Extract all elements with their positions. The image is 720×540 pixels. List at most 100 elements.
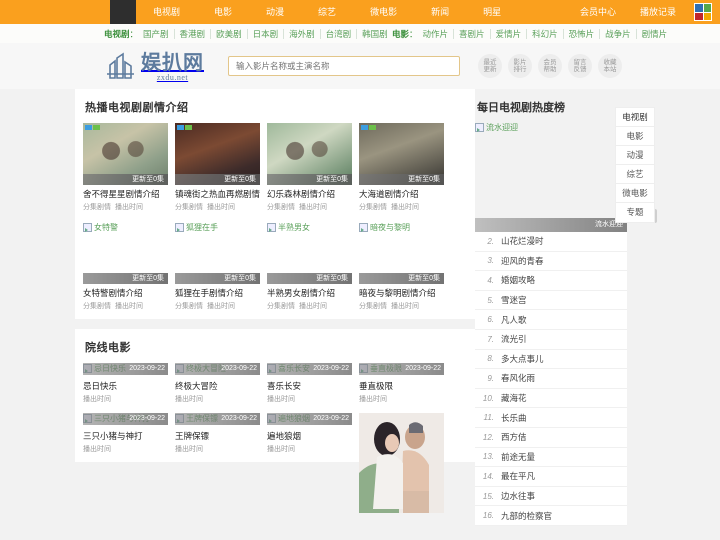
subnav-movie-2[interactable]: 爱情片 (491, 28, 528, 39)
subnav-tv-2[interactable]: 欧美剧 (211, 28, 248, 39)
subnav-movie-0[interactable]: 动作片 (418, 28, 455, 39)
tv-card[interactable]: 更新至0集 幻乐森林剧情介绍 分集剧情 播出时间 (267, 123, 352, 212)
subnav-tv-3[interactable]: 日本剧 (248, 28, 285, 39)
tv-card-title[interactable]: 大海道剧情介绍 (359, 189, 444, 200)
ranking-tab-anime[interactable]: 动漫 (616, 146, 654, 165)
ranking-list-item[interactable]: 4. 婚姻攻略 (475, 271, 627, 291)
topnav-item-news[interactable]: 新闻 (414, 0, 466, 24)
airtime-link[interactable]: 播出时间 (175, 394, 203, 404)
tv-card[interactable]: 暗夜与黎明 更新至0集 暗夜与黎明剧情介绍 分集剧情 播出时间 (359, 222, 444, 311)
topnav-item-tv[interactable]: 电视剧 (136, 0, 197, 24)
topnav-item-variety[interactable]: 综艺 (301, 0, 353, 24)
quick-link-feedback[interactable]: 留言 反馈 (568, 54, 592, 78)
airtime-link[interactable]: 播出时间 (299, 301, 327, 311)
tv-card-title[interactable]: 暗夜与黎明剧情介绍 (359, 288, 444, 299)
topnav-item-star[interactable]: 明星 (466, 0, 518, 24)
airtime-link[interactable]: 播出时间 (391, 301, 419, 311)
movie-card-thumbnail-broken[interactable]: 垂直极限 2023-09-22 (359, 363, 444, 377)
episode-plot-link[interactable]: 分集剧情 (267, 202, 295, 212)
subnav-tv-6[interactable]: 韩国剧 (357, 29, 393, 39)
tv-card-thumbnail-broken[interactable]: 半熟男女 更新至0集 (267, 222, 352, 284)
movie-card[interactable] (359, 413, 444, 513)
subnav-movie-6[interactable]: 剧情片 (637, 29, 673, 39)
movie-card-title[interactable]: 忌日快乐 (83, 381, 168, 392)
tv-card[interactable]: 狐狸在手 更新至0集 狐狸在手剧情介绍 分集剧情 播出时间 (175, 222, 260, 311)
movie-card-thumbnail-broken[interactable]: 终极大冒险 2023-09-22 (175, 363, 260, 377)
airtime-link[interactable]: 播出时间 (267, 444, 295, 454)
airtime-link[interactable]: 播出时间 (115, 202, 143, 212)
episode-plot-link[interactable]: 分集剧情 (83, 301, 111, 311)
movie-card[interactable]: 忌日快乐 2023-09-22 忌日快乐 播出时间 (83, 363, 168, 404)
ranking-list-item[interactable]: 7. 流光引 (475, 330, 627, 350)
movie-card[interactable]: 垂直极限 2023-09-22 垂直极限 播出时间 (359, 363, 444, 404)
airtime-link[interactable]: 播出时间 (207, 202, 235, 212)
movie-card-thumbnail-broken[interactable]: 喜乐长安 2023-09-22 (267, 363, 352, 377)
topnav-item-anime[interactable]: 动漫 (249, 0, 301, 24)
ranking-list-item[interactable]: 15. 边水往事 (475, 487, 627, 507)
subnav-tv-0[interactable]: 国产剧 (138, 28, 175, 39)
member-center-link[interactable]: 会员中心 (568, 0, 628, 24)
ranking-list-item[interactable]: 16. 九部的检察官 (475, 506, 627, 526)
airtime-link[interactable]: 播出时间 (175, 444, 203, 454)
movie-card-thumbnail-broken[interactable]: 遍地狼烟 2023-09-22 (267, 413, 352, 427)
tv-card-thumbnail-broken[interactable]: 暗夜与黎明 更新至0集 (359, 222, 444, 284)
airtime-link[interactable]: 播出时间 (391, 202, 419, 212)
tv-card-thumbnail[interactable]: 更新至0集 (267, 123, 352, 185)
quick-link-bookmark[interactable]: 收藏 本站 (598, 54, 622, 78)
tv-card-title[interactable]: 狐狸在手剧情介绍 (175, 288, 260, 299)
movie-card[interactable]: 终极大冒险 2023-09-22 终极大冒险 播出时间 (175, 363, 260, 404)
movie-card-title[interactable]: 喜乐长安 (267, 381, 352, 392)
subnav-movie-3[interactable]: 科幻片 (527, 28, 564, 39)
tv-card-title[interactable]: 镇魂街之热血再燃剧情介绍 (175, 189, 260, 200)
movie-card-title[interactable]: 三只小猪与神打 (83, 431, 168, 442)
movie-card-thumbnail-broken[interactable]: 三只小猪与神打 2023-09-22 (83, 413, 168, 427)
airtime-link[interactable]: 播出时间 (115, 301, 143, 311)
ranking-list-item[interactable]: 8. 多大点事儿 (475, 350, 627, 370)
ranking-list-item[interactable]: 6. 凡人歌 (475, 310, 627, 330)
ranking-list-item[interactable]: 9. 春风化雨 (475, 369, 627, 389)
tv-card[interactable]: 女特警 更新至0集 女特警剧情介绍 分集剧情 播出时间 (83, 222, 168, 311)
ranking-tab-variety[interactable]: 综艺 (616, 165, 654, 184)
movie-card-thumbnail-broken[interactable]: 王牌保镖 2023-09-22 (175, 413, 260, 427)
tv-card[interactable]: 更新至0集 镇魂街之热血再燃剧情介绍 分集剧情 播出时间 (175, 123, 260, 212)
ranking-list-item[interactable]: 10. 藏海花 (475, 389, 627, 409)
quick-link-member-help[interactable]: 会员 帮助 (538, 54, 562, 78)
tv-card-title[interactable]: 半熟男女剧情介绍 (267, 288, 352, 299)
movie-card-title[interactable]: 遍地狼烟 (267, 431, 352, 442)
movie-poster-image[interactable] (359, 413, 444, 513)
apps-grid-icon[interactable] (694, 3, 712, 21)
tv-card-title[interactable]: 舍不得星星剧情介绍 (83, 189, 168, 200)
airtime-link[interactable]: 播出时间 (207, 301, 235, 311)
ranking-tab-microfilm[interactable]: 微电影 (616, 184, 654, 203)
movie-card[interactable]: 王牌保镖 2023-09-22 王牌保镖 播出时间 (175, 413, 260, 454)
ranking-list-item[interactable]: 5. 雪迷宫 (475, 291, 627, 311)
ranking-list-item[interactable]: 14. 最在平凡 (475, 467, 627, 487)
movie-card-title[interactable]: 终极大冒险 (175, 381, 260, 392)
movie-card-title[interactable]: 王牌保镖 (175, 431, 260, 442)
topnav-item-microfilm[interactable]: 微电影 (353, 0, 414, 24)
tv-card-thumbnail[interactable]: 更新至0集 (359, 123, 444, 185)
quick-link-recent-update[interactable]: 最近 更新 (478, 54, 502, 78)
tv-card[interactable]: 半熟男女 更新至0集 半熟男女剧情介绍 分集剧情 播出时间 (267, 222, 352, 311)
episode-plot-link[interactable]: 分集剧情 (359, 202, 387, 212)
subnav-movie-1[interactable]: 喜剧片 (454, 28, 491, 39)
airtime-link[interactable]: 播出时间 (83, 394, 111, 404)
airtime-link[interactable]: 播出时间 (359, 394, 387, 404)
episode-plot-link[interactable]: 分集剧情 (175, 301, 203, 311)
ranking-hero-item[interactable]: 流水迎迎 流水迎迎 (475, 122, 627, 232)
site-logo[interactable]: 娱扒网 zxdu.net (104, 51, 204, 82)
movie-card-title[interactable]: 垂直极限 (359, 381, 444, 392)
quick-link-movie-ranking[interactable]: 影片 排行 (508, 54, 532, 78)
subnav-movie-5[interactable]: 战争片 (600, 28, 637, 39)
subnav-tv-5[interactable]: 台湾剧 (321, 28, 358, 39)
topnav-item-movie[interactable]: 电影 (197, 0, 249, 24)
movie-card-thumbnail-broken[interactable]: 忌日快乐 2023-09-22 (83, 363, 168, 377)
episode-plot-link[interactable]: 分集剧情 (267, 301, 295, 311)
ranking-list-item[interactable]: 13. 前途无量 (475, 448, 627, 468)
search-input[interactable] (229, 61, 459, 71)
tv-card-title[interactable]: 幻乐森林剧情介绍 (267, 189, 352, 200)
subnav-tv-1[interactable]: 香港剧 (175, 28, 212, 39)
tv-card-thumbnail-broken[interactable]: 女特警 更新至0集 (83, 222, 168, 284)
episode-plot-link[interactable]: 分集剧情 (359, 301, 387, 311)
play-history-link[interactable]: 播放记录 (628, 0, 688, 24)
